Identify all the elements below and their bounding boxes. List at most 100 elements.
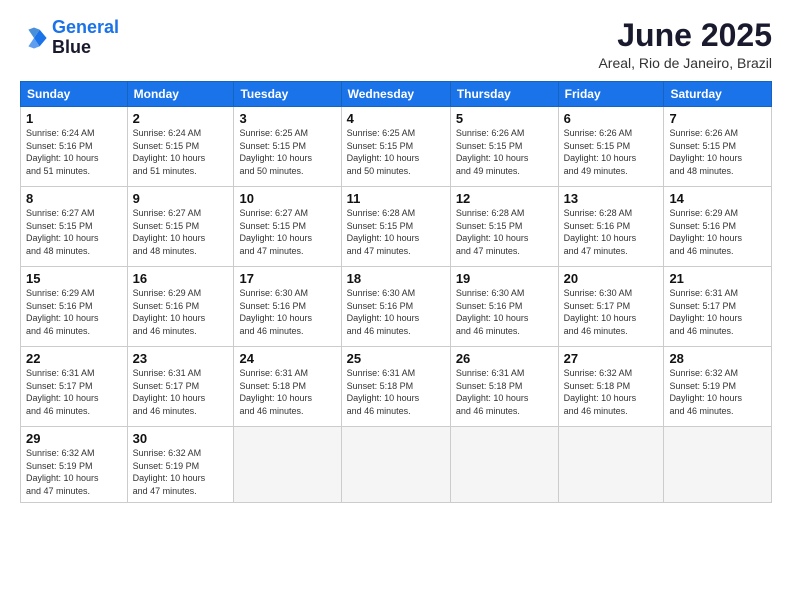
day-info: Sunrise: 6:31 AM Sunset: 5:17 PM Dayligh… — [133, 367, 229, 417]
day-info: Sunrise: 6:26 AM Sunset: 5:15 PM Dayligh… — [669, 127, 766, 177]
day-number: 28 — [669, 351, 766, 366]
day-info: Sunrise: 6:32 AM Sunset: 5:19 PM Dayligh… — [133, 447, 229, 497]
day-info: Sunrise: 6:31 AM Sunset: 5:18 PM Dayligh… — [239, 367, 335, 417]
day-number: 18 — [347, 271, 445, 286]
calendar-header-tuesday: Tuesday — [234, 82, 341, 107]
day-info: Sunrise: 6:31 AM Sunset: 5:18 PM Dayligh… — [456, 367, 553, 417]
calendar-day-cell: 13Sunrise: 6:28 AM Sunset: 5:16 PM Dayli… — [558, 187, 664, 267]
calendar-header-saturday: Saturday — [664, 82, 772, 107]
day-number: 27 — [564, 351, 659, 366]
day-info: Sunrise: 6:32 AM Sunset: 5:19 PM Dayligh… — [26, 447, 122, 497]
logo: General Blue — [20, 18, 119, 58]
day-info: Sunrise: 6:27 AM Sunset: 5:15 PM Dayligh… — [26, 207, 122, 257]
calendar-week-row: 29Sunrise: 6:32 AM Sunset: 5:19 PM Dayli… — [21, 427, 772, 502]
day-number: 21 — [669, 271, 766, 286]
day-info: Sunrise: 6:31 AM Sunset: 5:18 PM Dayligh… — [347, 367, 445, 417]
day-number: 4 — [347, 111, 445, 126]
day-number: 11 — [347, 191, 445, 206]
day-info: Sunrise: 6:31 AM Sunset: 5:17 PM Dayligh… — [669, 287, 766, 337]
calendar-day-cell: 30Sunrise: 6:32 AM Sunset: 5:19 PM Dayli… — [127, 427, 234, 502]
day-info: Sunrise: 6:31 AM Sunset: 5:17 PM Dayligh… — [26, 367, 122, 417]
day-number: 13 — [564, 191, 659, 206]
calendar-day-cell: 16Sunrise: 6:29 AM Sunset: 5:16 PM Dayli… — [127, 267, 234, 347]
day-info: Sunrise: 6:32 AM Sunset: 5:18 PM Dayligh… — [564, 367, 659, 417]
day-number: 10 — [239, 191, 335, 206]
day-number: 5 — [456, 111, 553, 126]
day-number: 30 — [133, 431, 229, 446]
day-number: 3 — [239, 111, 335, 126]
day-info: Sunrise: 6:28 AM Sunset: 5:15 PM Dayligh… — [456, 207, 553, 257]
calendar-day-cell: 15Sunrise: 6:29 AM Sunset: 5:16 PM Dayli… — [21, 267, 128, 347]
calendar-day-cell: 20Sunrise: 6:30 AM Sunset: 5:17 PM Dayli… — [558, 267, 664, 347]
day-info: Sunrise: 6:24 AM Sunset: 5:15 PM Dayligh… — [133, 127, 229, 177]
day-info: Sunrise: 6:24 AM Sunset: 5:16 PM Dayligh… — [26, 127, 122, 177]
day-number: 25 — [347, 351, 445, 366]
day-info: Sunrise: 6:27 AM Sunset: 5:15 PM Dayligh… — [133, 207, 229, 257]
day-info: Sunrise: 6:30 AM Sunset: 5:17 PM Dayligh… — [564, 287, 659, 337]
day-info: Sunrise: 6:26 AM Sunset: 5:15 PM Dayligh… — [456, 127, 553, 177]
day-number: 19 — [456, 271, 553, 286]
header: General Blue June 2025 Areal, Rio de Jan… — [20, 18, 772, 71]
calendar-header-monday: Monday — [127, 82, 234, 107]
calendar-day-cell: 25Sunrise: 6:31 AM Sunset: 5:18 PM Dayli… — [341, 347, 450, 427]
calendar-day-cell: 12Sunrise: 6:28 AM Sunset: 5:15 PM Dayli… — [450, 187, 558, 267]
calendar-day-cell: 11Sunrise: 6:28 AM Sunset: 5:15 PM Dayli… — [341, 187, 450, 267]
calendar-header-sunday: Sunday — [21, 82, 128, 107]
day-info: Sunrise: 6:25 AM Sunset: 5:15 PM Dayligh… — [347, 127, 445, 177]
calendar-day-cell: 6Sunrise: 6:26 AM Sunset: 5:15 PM Daylig… — [558, 107, 664, 187]
day-info: Sunrise: 6:28 AM Sunset: 5:15 PM Dayligh… — [347, 207, 445, 257]
day-number: 20 — [564, 271, 659, 286]
day-info: Sunrise: 6:28 AM Sunset: 5:16 PM Dayligh… — [564, 207, 659, 257]
calendar-day-cell: 27Sunrise: 6:32 AM Sunset: 5:18 PM Dayli… — [558, 347, 664, 427]
calendar-day-cell: 9Sunrise: 6:27 AM Sunset: 5:15 PM Daylig… — [127, 187, 234, 267]
day-number: 7 — [669, 111, 766, 126]
day-number: 12 — [456, 191, 553, 206]
calendar-day-cell: 2Sunrise: 6:24 AM Sunset: 5:15 PM Daylig… — [127, 107, 234, 187]
day-info: Sunrise: 6:29 AM Sunset: 5:16 PM Dayligh… — [669, 207, 766, 257]
calendar-day-cell: 22Sunrise: 6:31 AM Sunset: 5:17 PM Dayli… — [21, 347, 128, 427]
calendar-day-cell — [234, 427, 341, 502]
calendar-week-row: 8Sunrise: 6:27 AM Sunset: 5:15 PM Daylig… — [21, 187, 772, 267]
day-number: 22 — [26, 351, 122, 366]
calendar-week-row: 22Sunrise: 6:31 AM Sunset: 5:17 PM Dayli… — [21, 347, 772, 427]
calendar-header-wednesday: Wednesday — [341, 82, 450, 107]
day-info: Sunrise: 6:26 AM Sunset: 5:15 PM Dayligh… — [564, 127, 659, 177]
calendar-day-cell: 17Sunrise: 6:30 AM Sunset: 5:16 PM Dayli… — [234, 267, 341, 347]
day-number: 26 — [456, 351, 553, 366]
day-info: Sunrise: 6:32 AM Sunset: 5:19 PM Dayligh… — [669, 367, 766, 417]
month-year: June 2025 — [598, 18, 772, 53]
calendar-day-cell: 29Sunrise: 6:32 AM Sunset: 5:19 PM Dayli… — [21, 427, 128, 502]
calendar-day-cell: 1Sunrise: 6:24 AM Sunset: 5:16 PM Daylig… — [21, 107, 128, 187]
calendar-day-cell — [558, 427, 664, 502]
day-number: 15 — [26, 271, 122, 286]
day-number: 23 — [133, 351, 229, 366]
calendar-day-cell: 24Sunrise: 6:31 AM Sunset: 5:18 PM Dayli… — [234, 347, 341, 427]
calendar-day-cell: 8Sunrise: 6:27 AM Sunset: 5:15 PM Daylig… — [21, 187, 128, 267]
day-number: 6 — [564, 111, 659, 126]
calendar-week-row: 15Sunrise: 6:29 AM Sunset: 5:16 PM Dayli… — [21, 267, 772, 347]
day-info: Sunrise: 6:25 AM Sunset: 5:15 PM Dayligh… — [239, 127, 335, 177]
day-number: 29 — [26, 431, 122, 446]
calendar-day-cell: 3Sunrise: 6:25 AM Sunset: 5:15 PM Daylig… — [234, 107, 341, 187]
calendar-day-cell: 14Sunrise: 6:29 AM Sunset: 5:16 PM Dayli… — [664, 187, 772, 267]
calendar-day-cell: 10Sunrise: 6:27 AM Sunset: 5:15 PM Dayli… — [234, 187, 341, 267]
calendar-day-cell: 4Sunrise: 6:25 AM Sunset: 5:15 PM Daylig… — [341, 107, 450, 187]
calendar-day-cell — [450, 427, 558, 502]
day-info: Sunrise: 6:29 AM Sunset: 5:16 PM Dayligh… — [26, 287, 122, 337]
calendar-day-cell: 23Sunrise: 6:31 AM Sunset: 5:17 PM Dayli… — [127, 347, 234, 427]
day-info: Sunrise: 6:29 AM Sunset: 5:16 PM Dayligh… — [133, 287, 229, 337]
day-info: Sunrise: 6:27 AM Sunset: 5:15 PM Dayligh… — [239, 207, 335, 257]
calendar-day-cell — [341, 427, 450, 502]
calendar-day-cell: 21Sunrise: 6:31 AM Sunset: 5:17 PM Dayli… — [664, 267, 772, 347]
calendar-day-cell — [664, 427, 772, 502]
calendar-day-cell: 19Sunrise: 6:30 AM Sunset: 5:16 PM Dayli… — [450, 267, 558, 347]
calendar-day-cell: 5Sunrise: 6:26 AM Sunset: 5:15 PM Daylig… — [450, 107, 558, 187]
day-number: 8 — [26, 191, 122, 206]
calendar-day-cell: 28Sunrise: 6:32 AM Sunset: 5:19 PM Dayli… — [664, 347, 772, 427]
day-number: 14 — [669, 191, 766, 206]
day-number: 1 — [26, 111, 122, 126]
calendar: SundayMondayTuesdayWednesdayThursdayFrid… — [20, 81, 772, 502]
day-number: 16 — [133, 271, 229, 286]
calendar-day-cell: 18Sunrise: 6:30 AM Sunset: 5:16 PM Dayli… — [341, 267, 450, 347]
location: Areal, Rio de Janeiro, Brazil — [598, 55, 772, 71]
